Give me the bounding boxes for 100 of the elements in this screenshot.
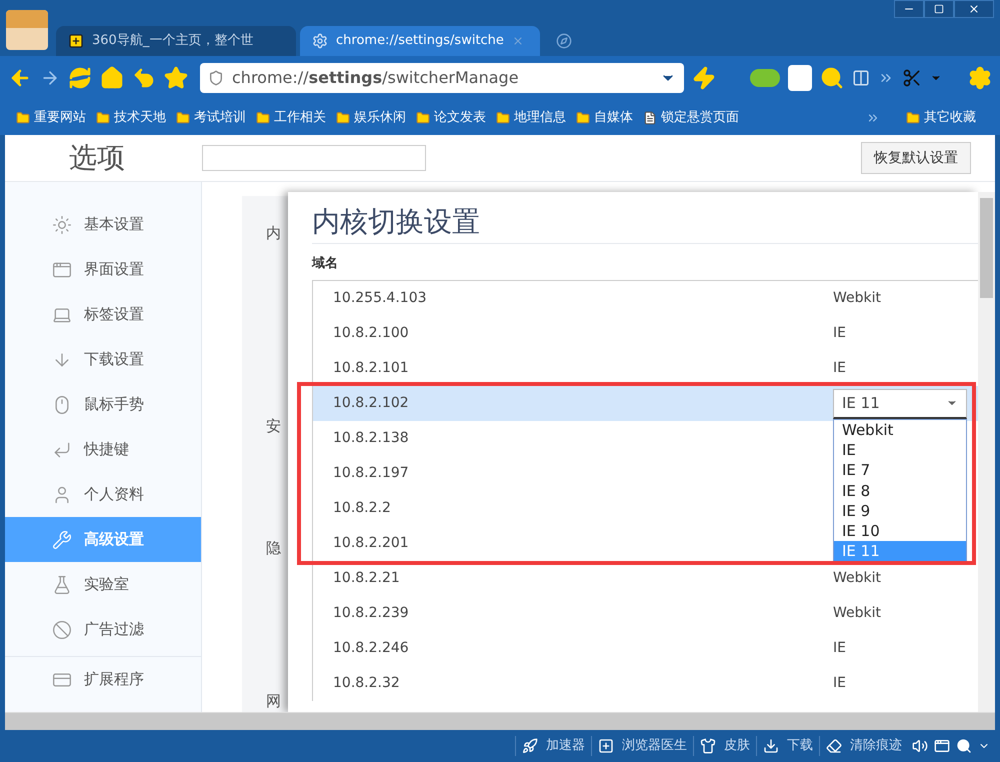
refresh-icon[interactable] (68, 66, 92, 90)
sidebar-item[interactable]: 个人资料 (5, 472, 201, 517)
bookmark-item[interactable]: 自媒体 (576, 108, 633, 128)
folder-icon (176, 110, 190, 124)
status-item[interactable]: 清除痕迹 (819, 736, 902, 756)
engine-option[interactable]: IE 7 (834, 460, 966, 481)
folder-icon (416, 110, 430, 124)
browser-tab[interactable]: 360导航_一个主页，整个世 (56, 26, 296, 56)
engine-option[interactable]: IE (834, 440, 966, 460)
columns-icon[interactable] (852, 69, 870, 87)
bookmark-item[interactable]: 其它收藏 (906, 108, 976, 128)
browser-tab[interactable]: chrome://settings/switche (300, 26, 540, 56)
status-item[interactable]: 加速器 (515, 736, 585, 756)
undo-icon[interactable] (132, 66, 156, 90)
engine-text: Webkit (833, 604, 882, 623)
bookmark-item[interactable]: 论文发表 (416, 108, 486, 128)
status-item[interactable]: 浏览器医生 (591, 736, 687, 756)
folder-icon (336, 110, 350, 124)
folder-icon (96, 110, 110, 124)
bookmark-item[interactable]: 锁定悬赏页面 (643, 108, 739, 128)
sidebar-item[interactable]: 基本设置 (5, 202, 201, 247)
sidebar-item[interactable]: 广告过滤 (5, 607, 201, 652)
shirt-icon (700, 738, 716, 754)
sidebar-item[interactable]: 鼠标手势 (5, 382, 201, 427)
horizontal-scrollbar[interactable] (5, 712, 995, 730)
speaker-icon[interactable] (912, 738, 928, 754)
vertical-scrollbar[interactable] (978, 192, 995, 712)
bookmark-item[interactable]: 技术天地 (96, 108, 166, 128)
tab-title: 360导航_一个主页，整个世 (92, 32, 254, 50)
gear-icon (312, 33, 328, 49)
search-icon[interactable] (820, 66, 844, 90)
engine-text: IE (833, 359, 846, 378)
domain-row[interactable]: 10.8.2.101 (313, 351, 833, 386)
engine-option[interactable]: Webkit (834, 420, 966, 440)
window-icon (52, 260, 72, 280)
domain-row[interactable]: 10.8.2.201 (313, 526, 833, 561)
address-bar[interactable]: chrome://settings/switcherManage (200, 63, 684, 93)
plus-icon (598, 738, 614, 754)
domain-row[interactable]: 10.8.2.21 (313, 561, 833, 596)
folder-icon (256, 110, 270, 124)
status-item[interactable]: 皮肤 (693, 736, 750, 756)
flask-icon (52, 574, 72, 594)
close-icon (968, 3, 980, 15)
prohibited-icon (52, 620, 72, 640)
engine-option[interactable]: IE 10 (834, 520, 966, 542)
tab-title: chrome://settings/switche (336, 32, 504, 50)
domain-row[interactable]: 10.8.2.2 (313, 491, 833, 526)
folder-icon (576, 110, 590, 124)
domain-row[interactable]: 10.8.2.102 (313, 386, 833, 421)
bookmark-item[interactable]: 重要网站 (16, 108, 86, 128)
domain-row[interactable]: 10.8.2.32 (313, 666, 833, 701)
new-tab-icon[interactable] (556, 33, 572, 49)
sidebar-item[interactable]: 快捷键 (5, 427, 201, 472)
engine-text: Webkit (833, 289, 882, 308)
sidebar-item[interactable]: 扩展程序 (5, 657, 201, 702)
bookmark-item[interactable]: 地理信息 (496, 108, 566, 128)
close-button[interactable] (954, 0, 994, 18)
section-label: 网 (266, 690, 282, 712)
bookmark-item[interactable]: 娱乐休闲 (336, 108, 406, 128)
dialog-title: 内核切换设置 (312, 204, 978, 244)
sidebar-item[interactable]: 下载设置 (5, 337, 201, 382)
eraser-icon (826, 738, 842, 754)
section-label: 安 (266, 416, 282, 436)
maximize-icon (934, 4, 944, 14)
reset-button[interactable]: 恢复默认设置 (861, 142, 971, 174)
folder-icon (496, 110, 510, 124)
domain-row[interactable]: 10.8.2.100 (313, 316, 833, 351)
domain-row[interactable]: 10.8.2.138 (313, 421, 833, 456)
engine-option[interactable]: IE 8 (834, 480, 966, 501)
search-field[interactable] (202, 145, 426, 171)
window-icon[interactable] (934, 738, 950, 754)
engine-select[interactable]: IE 11 (833, 388, 967, 418)
search-icon[interactable] (956, 738, 972, 754)
home-icon[interactable] (100, 66, 124, 90)
engine-text: IE (833, 639, 846, 658)
engine-option[interactable]: IE 9 (834, 500, 966, 521)
folder-icon (906, 110, 920, 124)
page-title: 选项 (69, 140, 126, 176)
lightning-icon[interactable] (692, 66, 716, 90)
sidebar-item[interactable]: 标签设置 (5, 292, 201, 337)
bookmark-item[interactable]: 工作相关 (256, 108, 326, 128)
search-box[interactable] (788, 65, 812, 91)
status-item[interactable]: 下载 (756, 736, 813, 756)
domain-row[interactable]: 10.8.2.197 (313, 456, 833, 491)
download-icon (763, 738, 779, 754)
domain-row[interactable]: 10.8.2.239 (313, 596, 833, 631)
sidebar-item[interactable]: 实验室 (5, 562, 201, 607)
domain-row[interactable]: 10.255.4.103 (313, 281, 833, 316)
engine-text: Webkit (833, 569, 882, 588)
domain-row[interactable]: 10.8.2.246 (313, 631, 833, 666)
sun-icon (52, 214, 72, 234)
scissors-icon[interactable] (902, 68, 922, 88)
bookmark-item[interactable]: 考试培训 (176, 108, 246, 128)
wrench-icon (52, 530, 72, 550)
enter-key-icon (52, 440, 72, 460)
sidebar-item[interactable]: 界面设置 (5, 247, 201, 292)
star-icon[interactable] (164, 66, 188, 90)
engine-text: IE (833, 324, 846, 343)
maximize-button[interactable] (924, 0, 954, 18)
page-icon (643, 110, 657, 124)
